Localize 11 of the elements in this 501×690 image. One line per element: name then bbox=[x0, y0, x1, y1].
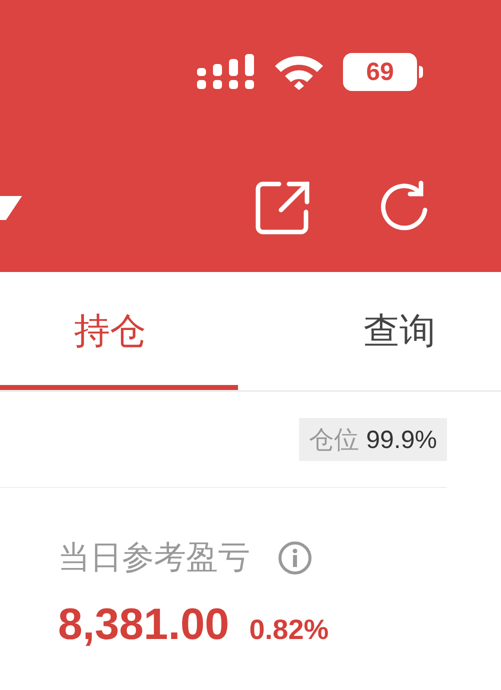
pnl-title: 当日参考盈亏 bbox=[58, 537, 250, 578]
info-icon[interactable] bbox=[278, 541, 312, 575]
pnl-percent: 0.82% bbox=[249, 614, 329, 646]
wifi-icon bbox=[273, 54, 325, 90]
signal-icon bbox=[197, 54, 255, 90]
pnl-value: 8,381.00 bbox=[58, 600, 230, 650]
share-icon[interactable] bbox=[255, 180, 311, 236]
position-badge: 仓位 99.9% bbox=[299, 418, 447, 461]
dropdown-triangle-icon[interactable] bbox=[0, 196, 22, 220]
tab[interactable]: 持仓 bbox=[0, 272, 238, 390]
tab[interactable]: 查询 bbox=[238, 272, 501, 390]
